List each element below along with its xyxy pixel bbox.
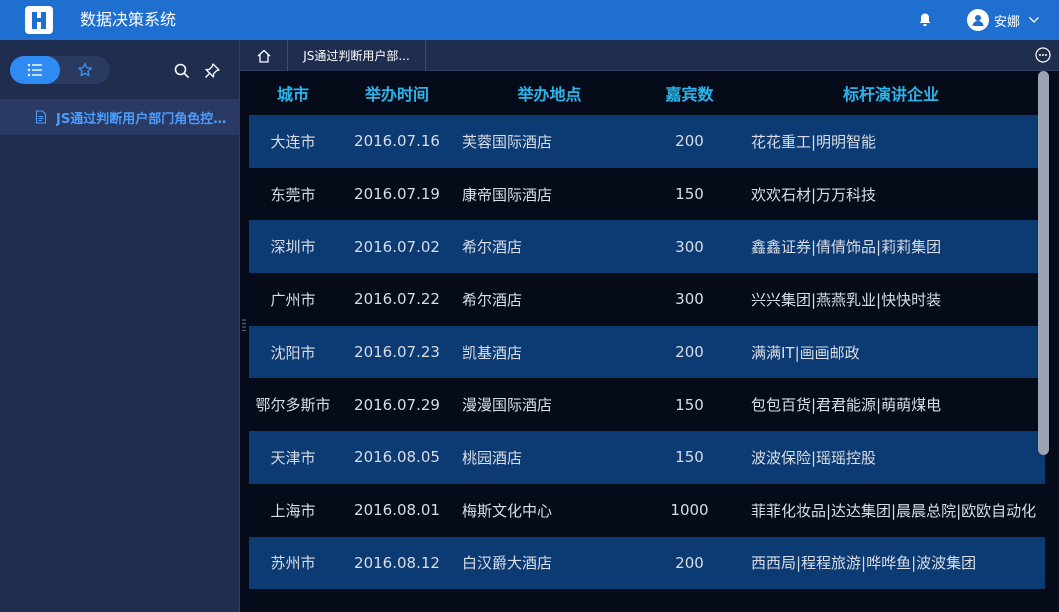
document-icon: [35, 110, 47, 124]
app-title: 数据决策系统: [80, 10, 177, 29]
cell-venue: 康帝国际酒店: [462, 185, 553, 204]
cell-companies: 花花重工|明明智能: [737, 115, 1045, 168]
table-row: 广州市 2016.07.22 希尔酒店 300 兴兴集团|燕燕乳业|快快时装: [249, 273, 1045, 326]
cell-city: 沈阳市: [249, 325, 337, 379]
cell-city: 天津市: [249, 431, 337, 484]
table-header-row: 城市 举办时间 举办地点 嘉宾数 标杆演讲企业: [249, 71, 1045, 115]
cell-city: 鄂尔多斯市: [255, 396, 331, 415]
user-avatar-icon: [967, 9, 989, 31]
home-icon: [257, 49, 270, 63]
cell-date: 2016.07.19: [354, 185, 440, 204]
cell-date: 2016.08.01: [354, 501, 440, 520]
table-row: 沈阳市 2016.07.23 凯基酒店 200 满满IT|画画邮政: [249, 325, 1045, 379]
cell-city: 东莞市: [270, 185, 316, 204]
cell-guests: 200: [642, 115, 737, 168]
sidebar-item-label: JS通过判断用户部门角色控制数据显示: [56, 111, 231, 127]
cell-city: 广州市: [270, 290, 316, 309]
column-header-companies: 标杆演讲企业: [842, 85, 939, 104]
cell-date: 2016.07.22: [354, 290, 440, 309]
pin-icon[interactable]: [203, 62, 221, 80]
cell-city: 深圳市: [249, 220, 337, 274]
column-header-venue: 举办地点: [517, 85, 582, 104]
list-view-button[interactable]: [10, 56, 60, 84]
vertical-scrollbar[interactable]: [1038, 71, 1049, 455]
cell-date: 2016.07.16: [337, 115, 457, 168]
cell-companies: 兴兴集团|燕燕乳业|快快时装: [751, 290, 942, 309]
favorites-button[interactable]: [60, 56, 110, 84]
cell-date: 2016.07.02: [337, 220, 457, 274]
cell-venue: 芙蓉国际酒店: [457, 115, 642, 168]
cell-companies: 欢欢石材|万万科技: [751, 185, 877, 204]
cell-companies: 包包百货|君君能源|萌萌煤电: [751, 396, 942, 415]
list-icon: [27, 63, 42, 77]
cell-guests: 150: [675, 185, 704, 204]
cell-venue: 凯基酒店: [457, 325, 642, 379]
cell-date: 2016.07.29: [354, 395, 440, 414]
cell-guests: 300: [675, 290, 704, 309]
table-row: 深圳市 2016.07.02 希尔酒店 300 鑫鑫证券|倩倩饰品|莉莉集团: [249, 220, 1045, 274]
cell-venue: 漫漫国际酒店: [462, 396, 553, 415]
table-row: 鄂尔多斯市 2016.07.29 漫漫国际酒店 150 包包百货|君君能源|萌萌…: [249, 378, 1045, 431]
event-table: 城市 举办时间 举办地点 嘉宾数 标杆演讲企业 大连市 2016.07.16 芙…: [249, 71, 1045, 590]
table-row: 上海市 2016.08.01 梅斯文化中心 1000 菲菲化妆品|达达集团|晨晨…: [249, 484, 1045, 537]
cell-city: 苏州市: [249, 536, 337, 590]
table-row: 大连市 2016.07.16 芙蓉国际酒店 200 花花重工|明明智能: [249, 115, 1045, 168]
user-menu[interactable]: 安娜: [967, 8, 1040, 32]
column-header-city: 城市: [276, 85, 309, 104]
cell-guests: 300: [642, 220, 737, 274]
cell-venue: 梅斯文化中心: [462, 501, 553, 520]
resize-handle-icon[interactable]: [242, 318, 246, 332]
bell-icon[interactable]: [917, 12, 933, 28]
cell-guests: 150: [675, 395, 704, 414]
search-icon[interactable]: [173, 62, 191, 80]
cell-date: 2016.08.05: [337, 431, 457, 484]
top-bar: 数据决策系统 安娜: [0, 0, 1059, 40]
chevron-down-icon: [1029, 17, 1039, 23]
tab-home[interactable]: [240, 40, 288, 71]
star-icon: [78, 62, 92, 77]
tab-bar: JS通过判断用户部...: [240, 40, 1059, 71]
cell-venue: 白汉爵大酒店: [457, 536, 642, 590]
cell-city: 大连市: [249, 115, 337, 168]
column-header-date: 举办时间: [364, 85, 429, 104]
cell-companies: 鑫鑫证券|倩倩饰品|莉莉集团: [737, 220, 1045, 274]
sidebar-item-report[interactable]: JS通过判断用户部门角色控制数据显示: [0, 99, 239, 135]
cell-guests: 200: [642, 325, 737, 379]
cell-city: 上海市: [270, 501, 316, 520]
cell-guests: 200: [642, 536, 737, 590]
table-row: 天津市 2016.08.05 桃园酒店 150 波波保险|瑶瑶控股: [249, 431, 1045, 484]
cell-date: 2016.07.23: [337, 325, 457, 379]
table-row: 苏州市 2016.08.12 白汉爵大酒店 200 西西局|程程旅游|哗哗鱼|波…: [249, 536, 1045, 590]
cell-companies: 满满IT|画画邮政: [737, 325, 1045, 379]
cell-venue: 桃园酒店: [457, 431, 642, 484]
cell-venue: 希尔酒店: [457, 220, 642, 274]
cell-companies: 波波保险|瑶瑶控股: [737, 431, 1045, 484]
cell-companies: 菲菲化妆品|达达集团|晨晨总院|欧欧自动化: [751, 501, 1037, 520]
cell-guests: 150: [642, 431, 737, 484]
cell-companies: 西西局|程程旅游|哗哗鱼|波波集团: [737, 536, 1045, 590]
cell-date: 2016.08.12: [337, 536, 457, 590]
fr-logo-icon: [25, 6, 53, 34]
cell-venue: 希尔酒店: [462, 290, 523, 309]
table-row: 东莞市 2016.07.19 康帝国际酒店 150 欢欢石材|万万科技: [249, 168, 1045, 221]
view-switcher: [10, 56, 110, 84]
tab-report[interactable]: JS通过判断用户部...: [288, 40, 426, 71]
cell-guests: 1000: [670, 501, 709, 520]
more-icon[interactable]: [1035, 47, 1051, 63]
username: 安娜: [994, 14, 1021, 30]
column-header-guests: 嘉宾数: [665, 85, 714, 104]
